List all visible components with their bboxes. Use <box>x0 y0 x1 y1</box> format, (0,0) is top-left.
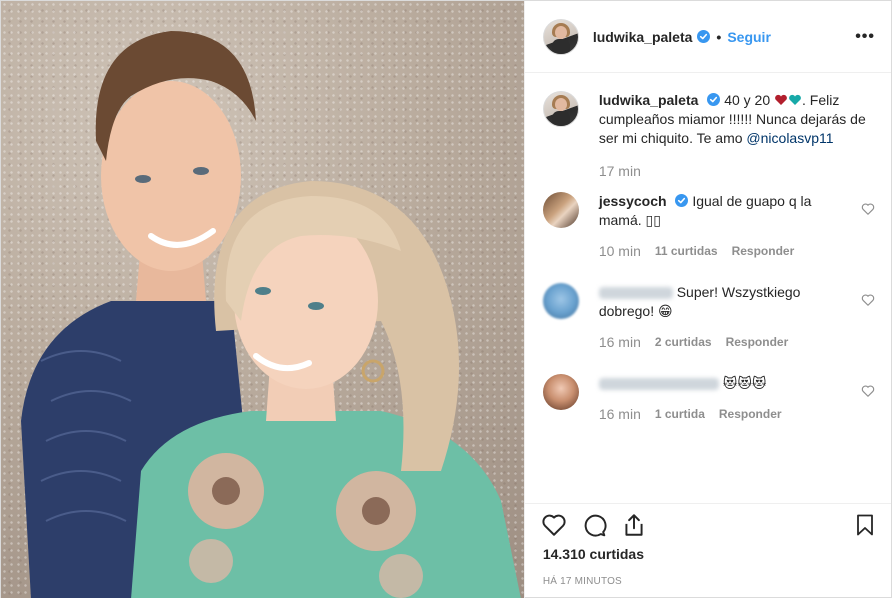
caption-author-avatar[interactable] <box>542 91 579 127</box>
like-heart-icon[interactable] <box>541 512 567 538</box>
commenter-avatar[interactable] <box>542 283 579 319</box>
comments-section: ludwika_paleta 40 y 20 . Feliz cumpleaño… <box>524 73 891 504</box>
verified-badge-icon <box>675 194 689 207</box>
verified-badge-icon <box>697 30 711 43</box>
post-timestamp[interactable]: HÁ 17 MINUTOS <box>525 568 891 587</box>
post-side-panel: ludwika_paleta • Seguir ••• ludwika_pale… <box>523 1 891 598</box>
comment-likes[interactable]: 2 curtidas <box>655 333 712 352</box>
caption-username[interactable]: ludwika_paleta <box>599 92 699 108</box>
author-avatar[interactable] <box>542 18 579 55</box>
caption: ludwika_paleta 40 y 20 . Feliz cumpleaño… <box>542 91 875 181</box>
photo-illustration <box>21 31 521 598</box>
comment-text: 😻😻😻 <box>598 374 855 393</box>
caption-text-part1: 40 y 20 <box>724 92 771 108</box>
caption-text: ludwika_paleta 40 y 20 . Feliz cumpleaño… <box>599 91 875 148</box>
comment-icon[interactable] <box>581 512 607 538</box>
comment-content: 😻😻😻 <box>722 375 767 391</box>
post-header: ludwika_paleta • Seguir ••• <box>524 1 891 73</box>
comment-item: jessycoch Igual de guapo q la mamá. ▯▯ 1… <box>542 192 875 261</box>
comment-text: Super! Wszystkiego dobrego! 😁 <box>598 283 855 321</box>
reply-button[interactable]: Responder <box>732 242 795 261</box>
caption-time[interactable]: 17 min <box>599 162 641 181</box>
verified-badge-icon <box>707 93 721 106</box>
comment-likes[interactable]: 1 curtida <box>655 405 705 424</box>
comment-username[interactable]: jessycoch <box>599 193 667 209</box>
comment-body: Super! Wszystkiego dobrego! 😁 16 min 2 c… <box>598 283 855 352</box>
share-icon[interactable] <box>621 512 647 538</box>
comment-item: Super! Wszystkiego dobrego! 😁 16 min 2 c… <box>542 283 875 352</box>
commenter-avatar[interactable] <box>542 192 579 228</box>
reply-button[interactable]: Responder <box>726 333 789 352</box>
hearts-emoji-icon <box>775 94 801 105</box>
author-info: ludwika_paleta • Seguir <box>593 29 771 45</box>
more-options-icon[interactable]: ••• <box>855 28 875 46</box>
post-photo[interactable] <box>1 1 524 598</box>
comment-username-blurred[interactable] <box>598 287 673 300</box>
comment-likes[interactable]: 11 curtidas <box>655 242 718 261</box>
comment-text: jessycoch Igual de guapo q la mamá. ▯▯ <box>599 192 855 230</box>
comment-meta: 10 min 11 curtidas Responder <box>599 242 855 261</box>
comment-body: 😻😻😻 16 min 1 curtida Responder <box>598 374 855 424</box>
follow-button[interactable]: Seguir <box>727 29 771 45</box>
separator-dot: • <box>716 28 722 45</box>
comment-like-heart-icon[interactable] <box>861 293 875 307</box>
comment-username-blurred[interactable] <box>598 378 719 391</box>
comment-like-heart-icon[interactable] <box>861 202 875 216</box>
comment-like-heart-icon[interactable] <box>861 384 875 398</box>
comment-meta: 16 min 1 curtida Responder <box>599 405 855 424</box>
caption-meta: 17 min <box>599 162 875 181</box>
caption-mention-link[interactable]: @nicolasvp11 <box>746 130 833 146</box>
comment-item: 😻😻😻 16 min 1 curtida Responder <box>542 374 875 424</box>
author-username[interactable]: ludwika_paleta <box>593 29 693 45</box>
comment-time[interactable]: 10 min <box>599 242 641 261</box>
likes-count[interactable]: 14.310 curtidas <box>525 546 891 568</box>
commenter-avatar[interactable] <box>542 374 579 410</box>
comment-body: jessycoch Igual de guapo q la mamá. ▯▯ 1… <box>599 192 855 261</box>
post-actions <box>525 504 891 546</box>
reply-button[interactable]: Responder <box>719 405 782 424</box>
comment-time[interactable]: 16 min <box>599 405 641 424</box>
caption-body: ludwika_paleta 40 y 20 . Feliz cumpleaño… <box>599 91 875 181</box>
comment-meta: 16 min 2 curtidas Responder <box>599 333 855 352</box>
instagram-post: ludwika_paleta • Seguir ••• ludwika_pale… <box>0 0 892 598</box>
bookmark-icon[interactable] <box>853 512 877 538</box>
comment-time[interactable]: 16 min <box>599 333 641 352</box>
